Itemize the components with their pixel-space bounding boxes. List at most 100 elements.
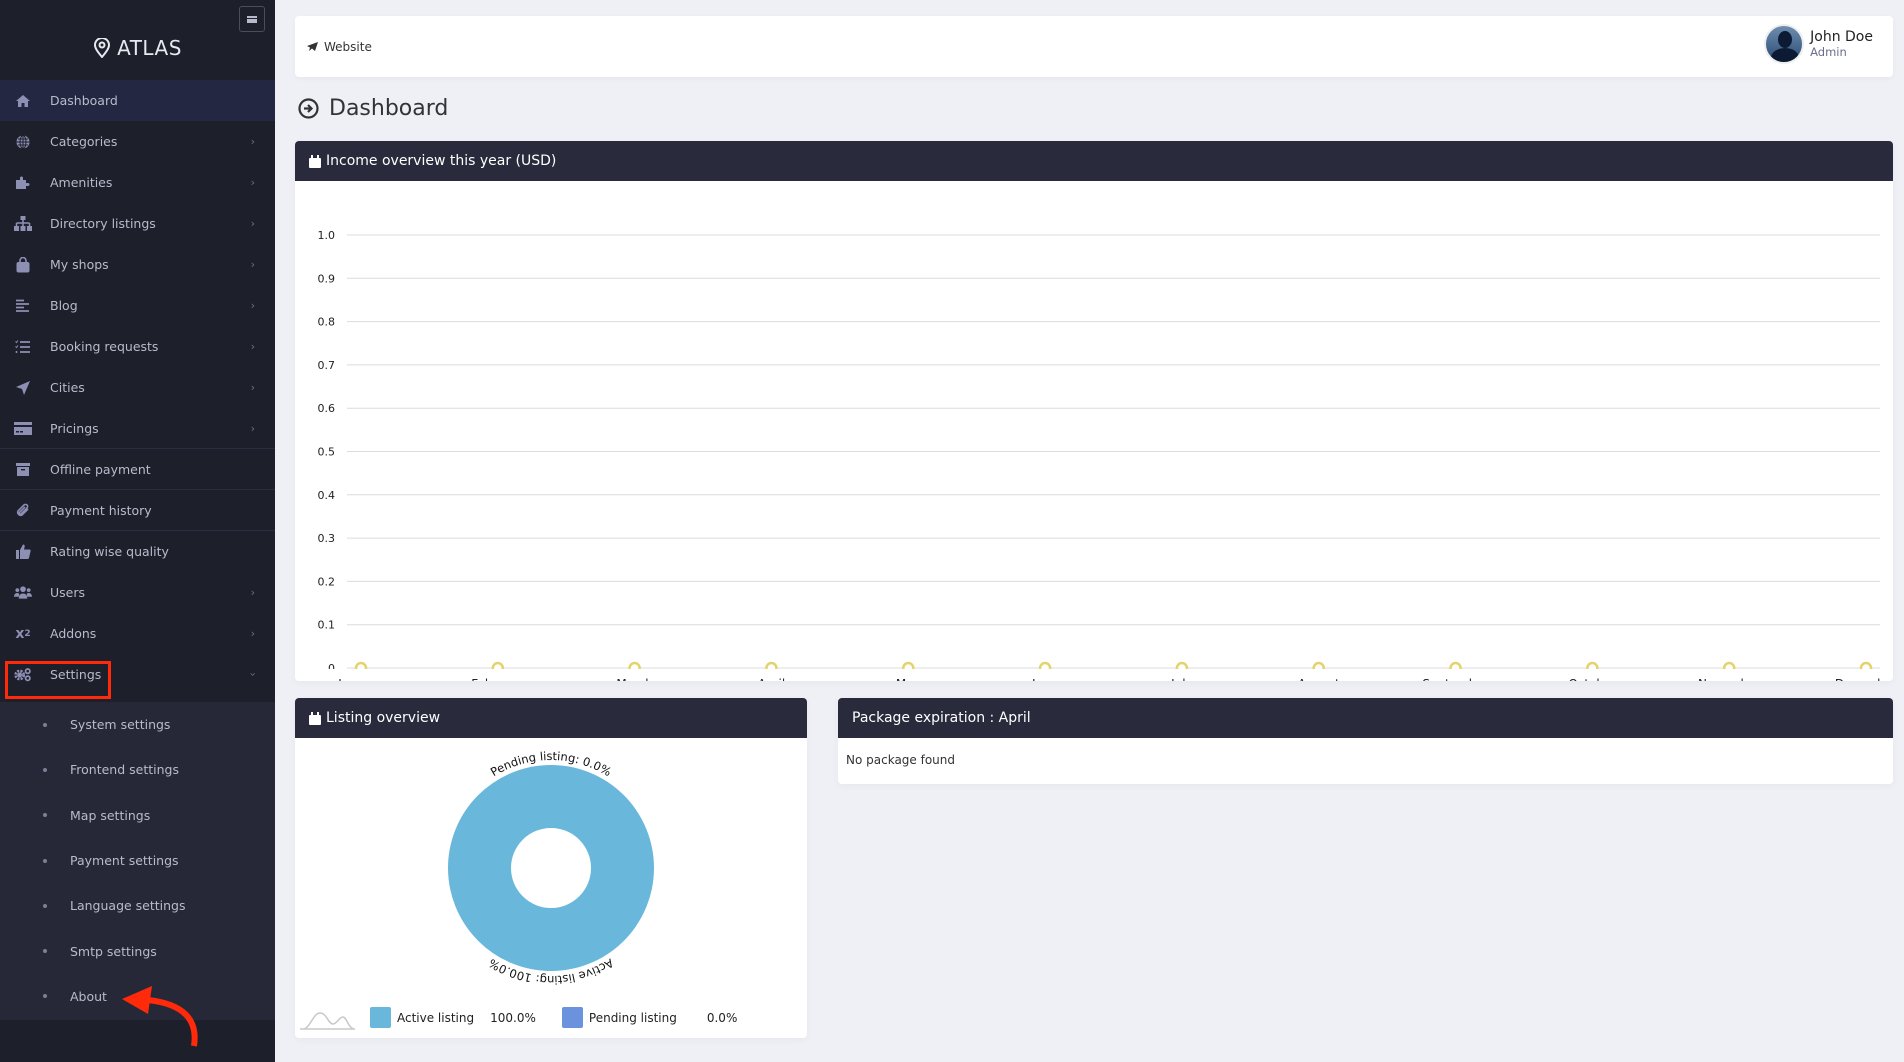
- bullet-icon: [43, 813, 47, 818]
- chevron-right-icon: ›: [250, 176, 255, 189]
- sidebar-item-label: Categories: [50, 134, 118, 149]
- sidebar-item-label: Blog: [50, 298, 78, 313]
- user-name: John Doe: [1810, 29, 1873, 45]
- sidebar-item-label: My shops: [50, 257, 109, 272]
- submenu-item-label: Map settings: [70, 807, 151, 823]
- sidebar-item-label: Addons: [50, 626, 97, 641]
- hamburger-icon: [247, 15, 257, 23]
- chevron-right-icon: ›: [250, 381, 255, 394]
- chevron-right-icon: ›: [250, 627, 255, 640]
- brand-name: ATLAS: [117, 36, 182, 60]
- sidebar-item-categories[interactable]: Categories ›: [0, 121, 275, 162]
- superscript-icon: x2: [15, 625, 31, 642]
- sidebar-item-cities[interactable]: Cities ›: [0, 367, 275, 408]
- sidebar-item-offline-payment[interactable]: Offline payment: [0, 449, 275, 490]
- x-tick-label: April: [758, 677, 785, 681]
- sidebar-item-label: Pricings: [50, 420, 99, 436]
- chevron-right-icon: ›: [250, 299, 255, 312]
- legend-value-active: 100.0%: [490, 1010, 536, 1025]
- user-menu[interactable]: John Doe Admin: [1764, 24, 1873, 64]
- empty-state-text: No package found: [846, 753, 956, 767]
- x-tick-label: January: [337, 677, 384, 681]
- bullet-icon: [43, 722, 47, 727]
- listing-card-title: Listing overview: [326, 710, 441, 726]
- submenu-item-map-settings[interactable]: Map settings: [0, 793, 275, 838]
- income-card-title: Income overview this year (USD): [326, 153, 557, 169]
- shopping-bag-icon: [14, 256, 32, 274]
- submenu-item-payment-settings[interactable]: Payment settings: [0, 838, 275, 883]
- calendar-icon: [309, 154, 321, 168]
- sidebar-item-label: Cities: [50, 380, 85, 395]
- settings-submenu: System settings Frontend settings Map se…: [0, 702, 275, 1020]
- package-card-header: Package expiration : April: [838, 698, 1893, 738]
- submenu-item-smtp-settings[interactable]: Smtp settings: [0, 928, 275, 973]
- x-tick-label: March: [616, 677, 653, 681]
- sidebar-item-payment-history[interactable]: Payment history: [0, 490, 275, 531]
- chevron-right-icon: ›: [250, 340, 255, 353]
- sidebar-item-label: Offline payment: [50, 461, 151, 477]
- settings-highlight-annotation: [5, 661, 111, 699]
- chevron-right-icon: ›: [250, 258, 255, 271]
- y-tick-label: 1.0: [318, 229, 336, 242]
- chart-logo-icon: [300, 1012, 356, 1030]
- listing-overview-card: Listing overview Pending listing: 0.0% Ac…: [295, 698, 807, 1038]
- x-tick-label: June: [1031, 677, 1058, 681]
- brand-logo[interactable]: ATLAS: [0, 36, 275, 60]
- submenu-item-label: System settings: [70, 717, 171, 733]
- submenu-item-language-settings[interactable]: Language settings: [0, 883, 275, 928]
- package-card-title: Package expiration : April: [852, 710, 1031, 726]
- sidebar-item-label: Dashboard: [50, 93, 118, 108]
- legend-value-pending: 0.0%: [706, 1010, 738, 1025]
- submenu-item-frontend-settings[interactable]: Frontend settings: [0, 747, 275, 792]
- y-tick-label: 0.7: [318, 359, 336, 372]
- sidebar: ATLAS Dashboard Categories › Amenities ›…: [0, 0, 275, 1062]
- y-tick-label: 0.5: [318, 446, 336, 459]
- y-tick-label: 0.9: [318, 272, 336, 285]
- sidebar-item-pricings[interactable]: Pricings ›: [0, 408, 275, 449]
- sidebar-item-my-shops[interactable]: My shops ›: [0, 244, 275, 285]
- align-left-icon: [14, 297, 32, 315]
- bullet-icon: [43, 767, 47, 772]
- submenu-item-system-settings[interactable]: System settings: [0, 702, 275, 747]
- y-tick-label: 0.2: [318, 575, 336, 588]
- x-tick-label: August: [1298, 677, 1340, 681]
- sidebar-item-addons[interactable]: x2 Addons ›: [0, 613, 275, 654]
- sidebar-item-dashboard[interactable]: Dashboard: [0, 80, 275, 121]
- map-pin-icon: [94, 38, 111, 58]
- sidebar-item-rating-wise-quality[interactable]: Rating wise quality: [0, 531, 275, 572]
- x-tick-label: December: [1835, 677, 1893, 681]
- x-tick-label: February: [471, 677, 524, 681]
- y-tick-label: 0.6: [318, 402, 336, 415]
- package-expiration-card: Package expiration : April No package fo…: [838, 698, 1893, 784]
- income-line-chart: 00.10.20.30.40.50.60.70.80.91.0JanuaryFe…: [295, 229, 1893, 681]
- sidebar-item-booking-requests[interactable]: Booking requests ›: [0, 326, 275, 367]
- donut-legend: Active listing 100.0% Pending listing 0.…: [370, 1007, 737, 1028]
- thumbs-up-icon: [14, 543, 32, 561]
- website-link[interactable]: Website: [307, 40, 372, 54]
- home-icon: [14, 92, 32, 110]
- sidebar-item-directory-listings[interactable]: Directory listings ›: [0, 203, 275, 244]
- paper-plane-icon: [307, 42, 318, 51]
- annotation-arrow-icon: [122, 986, 198, 1047]
- sidebar-item-blog[interactable]: Blog ›: [0, 285, 275, 326]
- x-tick-label: October: [1568, 677, 1616, 681]
- bullet-icon: [43, 949, 47, 954]
- submenu-item-label: About: [70, 988, 107, 1004]
- puzzle-icon: [14, 174, 32, 192]
- sidebar-item-users[interactable]: Users ›: [0, 572, 275, 613]
- website-link-label: Website: [324, 40, 372, 54]
- x-tick-label: July: [1170, 677, 1193, 681]
- chevron-right-icon: ›: [250, 421, 255, 435]
- user-role: Admin: [1810, 45, 1847, 59]
- arrow-circle-right-icon: [298, 98, 319, 119]
- submenu-item-label: Payment settings: [70, 853, 179, 869]
- sidebar-item-amenities[interactable]: Amenities ›: [0, 162, 275, 203]
- menu-toggle-button[interactable]: [239, 6, 265, 32]
- y-tick-label: 0.1: [318, 619, 336, 632]
- listing-card-header: Listing overview: [295, 698, 807, 738]
- listing-donut-chart: Pending listing: 0.0%Active listing: 100…: [300, 749, 654, 1030]
- income-card-header: Income overview this year (USD): [295, 141, 1893, 181]
- y-tick-label: 0.8: [318, 316, 336, 329]
- x-tick-label: November: [1698, 677, 1760, 681]
- x-tick-label: May: [896, 677, 921, 681]
